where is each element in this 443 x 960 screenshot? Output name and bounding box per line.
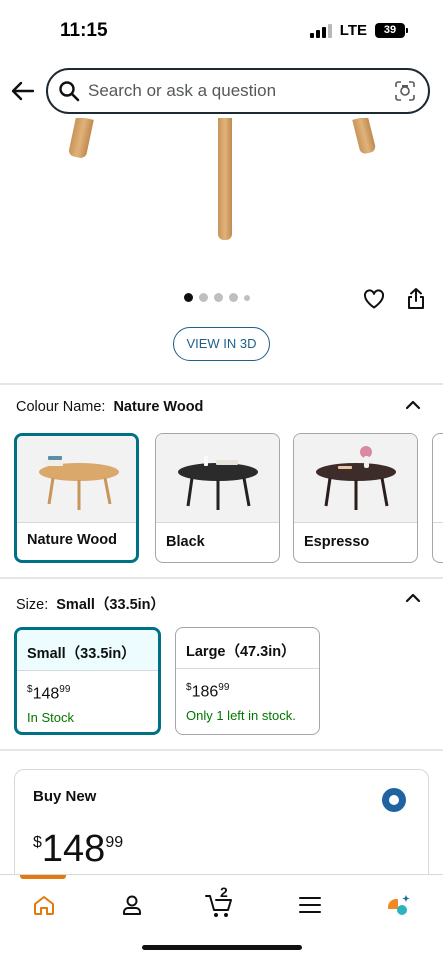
- size-label: Size: Small（33.5in）: [16, 593, 165, 614]
- size-option-separator: [176, 668, 319, 669]
- swatch-label: Black: [166, 534, 205, 550]
- table-leg: [352, 118, 377, 155]
- colour-option-partial[interactable]: [432, 433, 443, 563]
- size-option-large[interactable]: Large（47.3in） $18699 Only 1 left in stoc…: [175, 627, 320, 735]
- tab-account[interactable]: [112, 887, 152, 923]
- tab-rufus[interactable]: [378, 887, 418, 923]
- swatch-label: Espresso: [304, 534, 370, 550]
- swatch-separator: [156, 522, 279, 523]
- cart-count-badge: 2: [220, 884, 228, 900]
- size-option-header: Large（47.3in）: [176, 628, 319, 668]
- search-placeholder: Search or ask a question: [88, 81, 277, 100]
- home-indicator: [142, 945, 302, 950]
- status-indicators: LTE 39: [309, 22, 408, 39]
- size-option-small[interactable]: Small（33.5in） $14899 In Stock: [14, 627, 161, 735]
- swatch-image: [294, 434, 417, 522]
- camera-scan-icon[interactable]: [394, 80, 416, 102]
- search-row: Search or ask a question: [0, 68, 443, 114]
- carousel-dot[interactable]: [184, 293, 193, 302]
- colour-label-text: Colour Name:: [16, 399, 106, 415]
- swatch-label: Nature Wood: [27, 532, 117, 548]
- buy-new-radio[interactable]: [382, 788, 406, 812]
- carousel-dot[interactable]: [229, 293, 238, 302]
- home-icon: [34, 896, 54, 915]
- tab-cart[interactable]: 2: [200, 884, 240, 923]
- product-image[interactable]: [0, 118, 443, 248]
- size-option-price: $18699: [186, 682, 229, 701]
- price-fraction: 99: [59, 684, 71, 695]
- price-whole: 148: [32, 685, 60, 703]
- colour-option-nature-wood[interactable]: Nature Wood: [14, 433, 139, 563]
- menu-icon: [299, 897, 321, 913]
- swatch-separator: [433, 522, 443, 523]
- price-whole: 148: [41, 828, 106, 870]
- size-option-header: Small（33.5in）: [17, 630, 158, 670]
- network-type: LTE: [339, 22, 367, 39]
- back-arrow-icon[interactable]: [10, 78, 36, 104]
- carousel-dot[interactable]: [214, 293, 223, 302]
- swatch-separator: [294, 522, 417, 523]
- colour-label: Colour Name: Nature Wood: [16, 399, 203, 415]
- swatch-image: [17, 436, 136, 522]
- colour-option-black[interactable]: Black: [155, 433, 280, 563]
- active-tab-indicator: [20, 875, 66, 879]
- carousel-dot[interactable]: [244, 294, 250, 301]
- share-icon[interactable]: [405, 286, 427, 310]
- tab-home[interactable]: [24, 887, 64, 923]
- battery-icon: 39: [375, 23, 408, 38]
- table-leg: [67, 118, 94, 159]
- chevron-up-icon[interactable]: [405, 398, 421, 410]
- search-icon: [59, 81, 80, 102]
- rufus-icon: [388, 895, 410, 915]
- size-option-stock: In Stock: [27, 710, 74, 725]
- view-in-3d-button[interactable]: VIEW IN 3D: [173, 327, 270, 361]
- buy-new-price: $14899: [33, 828, 123, 871]
- swatch-separator: [17, 522, 136, 523]
- size-option-price: $14899: [27, 684, 70, 703]
- status-time: 11:15: [60, 20, 108, 41]
- chevron-up-icon[interactable]: [405, 591, 421, 603]
- price-whole: 186: [191, 683, 219, 701]
- price-fraction: 99: [105, 834, 124, 851]
- buy-new-title: Buy New: [33, 788, 97, 805]
- size-label-text: Size:: [16, 597, 49, 613]
- divider: [0, 749, 443, 751]
- price-fraction: 99: [218, 682, 230, 693]
- heart-icon[interactable]: [362, 287, 386, 311]
- signal-icon: [309, 23, 332, 38]
- size-option-stock: Only 1 left in stock.: [186, 708, 296, 723]
- carousel-dot[interactable]: [199, 293, 208, 302]
- divider: [0, 577, 443, 579]
- size-selected-value: Small（33.5in）: [56, 597, 166, 613]
- size-option-name: Large（47.3in）: [186, 644, 296, 660]
- colour-selected-value: Nature Wood: [113, 399, 204, 415]
- search-input[interactable]: Search or ask a question: [46, 68, 430, 114]
- price-currency: $: [33, 834, 42, 851]
- table-leg: [218, 118, 232, 240]
- size-option-name: Small（33.5in）: [27, 646, 136, 662]
- account-icon: [123, 895, 141, 915]
- status-bar: 11:15 LTE 39: [0, 0, 443, 62]
- colour-option-espresso[interactable]: Espresso: [293, 433, 418, 563]
- size-option-separator: [17, 670, 158, 671]
- image-carousel-dots: [184, 293, 250, 302]
- divider: [0, 383, 443, 385]
- tab-menu[interactable]: [290, 887, 330, 923]
- swatch-image: [156, 434, 279, 522]
